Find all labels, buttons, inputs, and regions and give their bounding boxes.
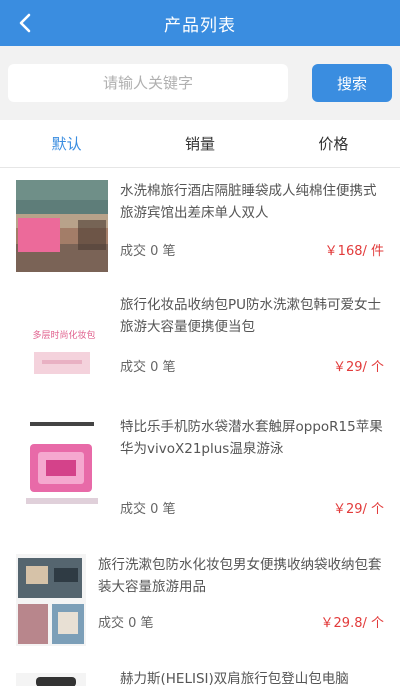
sold-count: 成交 0 笔 xyxy=(120,360,176,375)
product-item[interactable]: 水洗棉旅行酒店隔脏睡袋成人纯棉住便携式旅游宾馆出差床单人双人 成交 0 笔 ￥1… xyxy=(0,168,400,282)
product-image xyxy=(16,554,86,646)
product-price: ￥29/ 个 xyxy=(332,502,384,517)
product-image xyxy=(16,418,108,510)
product-price: ￥29.8/ 个 xyxy=(320,616,384,631)
search-bar: 搜索 xyxy=(0,46,400,120)
product-price: ￥168/ 件 xyxy=(324,244,384,259)
chevron-left-icon xyxy=(19,13,31,33)
product-name: 旅行洗漱包防水化妆包男女便携收纳袋收纳包套装大容量旅游用品 xyxy=(98,557,382,595)
product-price: ￥29/ 个 xyxy=(332,360,384,375)
header-bar: 产品列表 xyxy=(0,0,400,46)
sold-count: 成交 0 笔 xyxy=(98,616,154,631)
product-item[interactable]: 赫力斯(HELISI)双肩旅行包登山包电脑 xyxy=(0,668,400,687)
product-item[interactable]: 旅行洗漱包防水化妆包男女便携收纳袋收纳包套装大容量旅游用品 成交 0 笔 ￥29… xyxy=(0,544,400,668)
product-image xyxy=(16,180,108,272)
sold-count: 成交 0 笔 xyxy=(120,244,176,259)
sort-tabs: 默认 销量 价格 xyxy=(0,120,400,168)
search-button[interactable]: 搜索 xyxy=(312,64,392,102)
search-input[interactable] xyxy=(8,64,288,102)
product-item[interactable]: 特比乐手机防水袋潜水套触屏oppoR15苹果华为vivoX21plus温泉游泳 … xyxy=(0,404,400,544)
product-name: 特比乐手机防水袋潜水套触屏oppoR15苹果华为vivoX21plus温泉游泳 xyxy=(120,419,383,457)
product-name: 旅行化妆品收纳包PU防水洗漱包韩可爱女士旅游大容量便携便当包 xyxy=(120,297,382,335)
image-caption: 多层时尚化妆包 xyxy=(32,331,96,341)
back-button[interactable] xyxy=(10,8,40,38)
tab-price[interactable]: 价格 xyxy=(267,120,400,167)
product-image: 多层时尚化妆包 xyxy=(16,294,108,386)
page-title: 产品列表 xyxy=(164,15,236,36)
product-item[interactable]: 多层时尚化妆包 旅行化妆品收纳包PU防水洗漱包韩可爱女士旅游大容量便携便当包 成… xyxy=(0,282,400,404)
tab-default[interactable]: 默认 xyxy=(0,120,133,167)
tab-sales[interactable]: 销量 xyxy=(133,120,266,167)
product-name: 水洗棉旅行酒店隔脏睡袋成人纯棉住便携式旅游宾馆出差床单人双人 xyxy=(120,183,377,221)
product-image xyxy=(16,672,86,686)
sold-count: 成交 0 笔 xyxy=(120,502,176,517)
product-name: 赫力斯(HELISI)双肩旅行包登山包电脑 xyxy=(120,671,349,687)
